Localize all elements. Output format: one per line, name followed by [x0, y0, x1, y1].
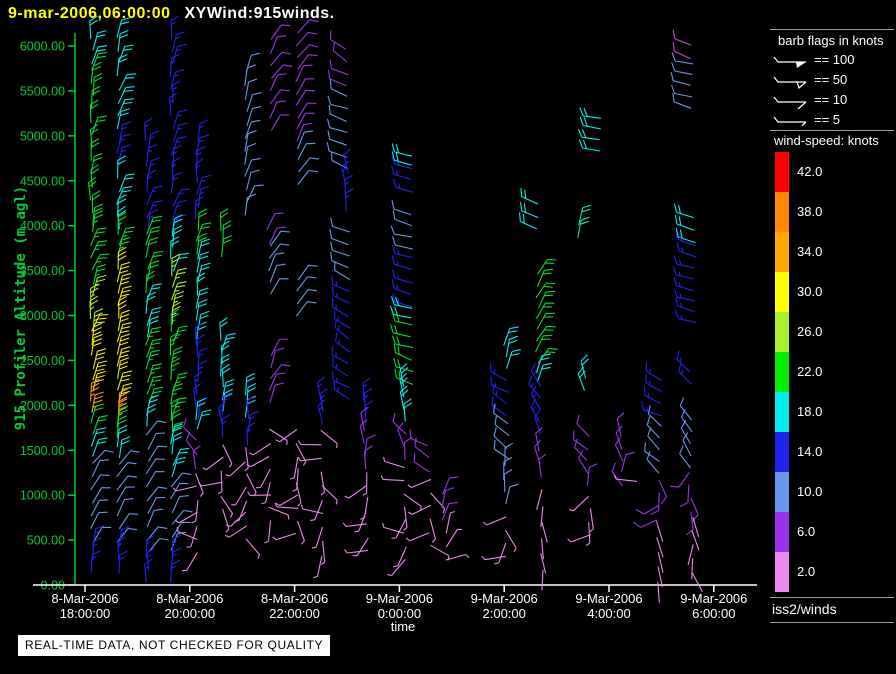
svg-text:time: time [391, 619, 416, 634]
colorbar-entry: 18.0 [775, 392, 895, 432]
svg-text:5500.00: 5500.00 [20, 84, 65, 98]
dataset-label: iss2/winds [772, 601, 837, 617]
quality-banner: REAL-TIME DATA, NOT CHECKED FOR QUALITY [18, 635, 331, 656]
wind-profile-plot: 6000.005500.005000.004500.004000.003500.… [20, 15, 757, 634]
svg-text:500.00: 500.00 [27, 534, 65, 548]
svg-text:6000.00: 6000.00 [20, 40, 65, 54]
barb-flag-row: == 100 [770, 50, 896, 70]
svg-text:1000.00: 1000.00 [20, 489, 65, 503]
svg-text:9-Mar-2006: 9-Mar-2006 [575, 591, 642, 606]
colorbar-entry: 38.0 [775, 192, 895, 232]
barb-flag-label: == 5 [814, 112, 841, 127]
color-swatch [775, 352, 789, 392]
colorbar-value: 34.0 [797, 244, 823, 259]
barb-flag-row: == 5 [770, 110, 896, 130]
barb-flag-label: == 100 [814, 52, 855, 67]
colorbar-value: 22.0 [797, 364, 823, 379]
divider [770, 597, 894, 598]
barb-legend-header: barb flags in knots [778, 33, 884, 48]
colorbar-value: 18.0 [797, 404, 823, 419]
y-axis-title: 915 Profiler Altitude (m agl) [13, 185, 29, 431]
divider [770, 29, 894, 30]
svg-text:9-Mar-2006: 9-Mar-2006 [471, 591, 538, 606]
barb-flag-label: == 50 [814, 72, 848, 87]
colorbar-entry: 6.0 [775, 512, 895, 552]
barb-flag-symbol-flag [773, 56, 806, 68]
color-swatch [775, 392, 789, 432]
barb-flag-symbol-full [773, 96, 807, 110]
svg-text:8-Mar-2006: 8-Mar-2006 [261, 591, 328, 606]
color-swatch [775, 232, 789, 272]
svg-text:4:00:00: 4:00:00 [587, 606, 630, 621]
color-swatch [775, 512, 789, 552]
colorbar-entry: 42.0 [775, 152, 895, 192]
color-swatch [775, 552, 789, 592]
svg-text:5000.00: 5000.00 [20, 129, 65, 143]
barb-flag-symbol-half [773, 116, 807, 126]
svg-text:1500.00: 1500.00 [20, 444, 65, 458]
colorbar-value: 26.0 [797, 324, 823, 339]
color-swatch [775, 432, 789, 472]
svg-text:6:00:00: 6:00:00 [692, 606, 735, 621]
colorbar-entry: 22.0 [775, 352, 895, 392]
color-swatch [775, 272, 789, 312]
colorbar-value: 6.0 [797, 524, 816, 539]
colorbar-entry: 30.0 [775, 272, 895, 312]
svg-text:8-Mar-2006: 8-Mar-2006 [51, 591, 118, 606]
barb-flag-row: == 50 [770, 70, 896, 90]
svg-text:18:00:00: 18:00:00 [60, 606, 111, 621]
color-swatch [775, 472, 789, 512]
svg-text:2:00:00: 2:00:00 [483, 606, 526, 621]
divider [770, 130, 894, 131]
colorbar-entry: 26.0 [775, 312, 895, 352]
colorbar-value: 38.0 [797, 204, 823, 219]
app-window: 9-mar-2006,06:00:00 XYWind:915winds. 6000… [0, 0, 896, 674]
color-swatch [775, 152, 789, 192]
colorbar-entry: 14.0 [775, 432, 895, 472]
barb-flag-row: == 10 [770, 90, 896, 110]
divider [770, 622, 894, 623]
barb-flag-label: == 10 [814, 92, 848, 107]
colorbar-value: 2.0 [797, 564, 816, 579]
color-swatch [775, 312, 789, 352]
barb-flag-legend: == 100 == 50 == 10 == 5 [770, 50, 896, 130]
svg-text:8-Mar-2006: 8-Mar-2006 [156, 591, 223, 606]
colorbar-entry: 10.0 [775, 472, 895, 512]
wind-speed-colorbar: 42.0 38.0 34.0 30.0 26.0 22.0 18.0 14.0 10.0 6.0 2… [775, 152, 895, 592]
svg-text:9-Mar-2006: 9-Mar-2006 [680, 591, 747, 606]
color-swatch [775, 192, 789, 232]
barb-flag-symbol-pennant [773, 76, 807, 90]
colorbar-value: 14.0 [797, 444, 823, 459]
colorbar-entry: 34.0 [775, 232, 895, 272]
colorbar-entry: 2.0 [775, 552, 895, 592]
colorbar-value: 42.0 [797, 164, 823, 179]
svg-text:9-Mar-2006: 9-Mar-2006 [366, 591, 433, 606]
colorbar-value: 30.0 [797, 284, 823, 299]
colorbar-header: wind-speed: knots [774, 133, 879, 148]
colorbar-value: 10.0 [797, 484, 823, 499]
svg-text:20:00:00: 20:00:00 [164, 606, 215, 621]
svg-text:22:00:00: 22:00:00 [269, 606, 320, 621]
